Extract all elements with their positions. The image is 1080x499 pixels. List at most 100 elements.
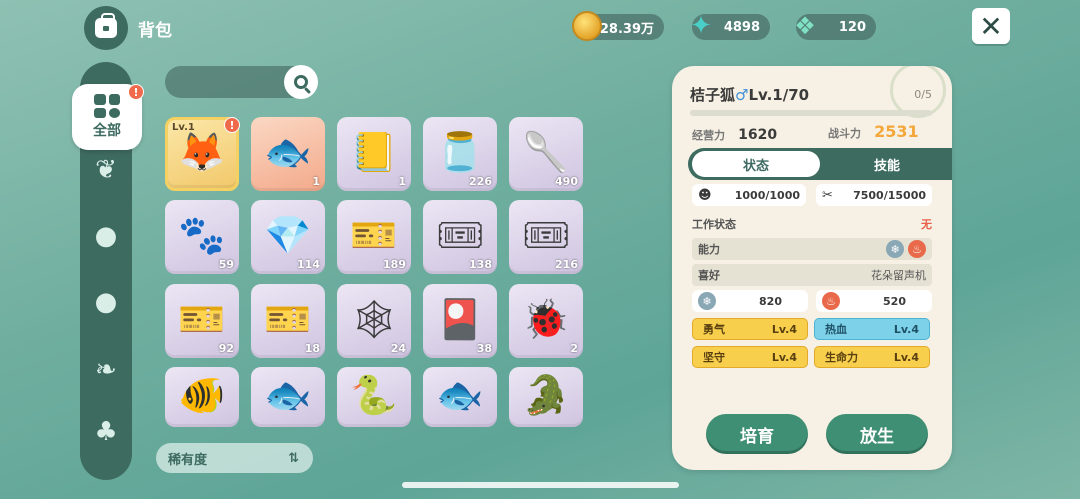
fire-element-icon: ♨ [908, 240, 926, 258]
fire-skill-value-box: ♨ 520 [816, 290, 932, 312]
inventory-item-wire-heart[interactable]: 🕸 24 [337, 284, 411, 358]
yellow-ladybug-icon: 🐞 [522, 297, 570, 342]
trait-name: 勇气 [703, 323, 725, 336]
business-value: 1620 [738, 127, 778, 143]
glass-jar-icon: 🫙 [436, 130, 484, 175]
item-count: 1 [398, 175, 406, 188]
sprout-icon[interactable]: ❦ [88, 152, 124, 188]
leaf-icon[interactable]: ❧ [88, 352, 124, 388]
search-button[interactable] [284, 65, 318, 99]
ice-skill-value-box: ❄ 820 [692, 290, 808, 312]
item-count: 490 [555, 175, 578, 188]
inventory-item-pink-ticket[interactable]: 🎟 216 [509, 200, 583, 274]
inventory-item-ice-ticket[interactable]: 🎫 189 [337, 200, 411, 274]
pink-ticket-male-icon: 🎟 [435, 213, 485, 258]
preference-label: 喜好 [698, 269, 720, 282]
trait-passion[interactable]: 热血 Lv.4 [814, 318, 930, 340]
slot-count: 0/5 [914, 88, 932, 101]
ice-element-icon-2: ❄ [698, 292, 716, 310]
tab-skills[interactable]: 技能 [822, 151, 952, 177]
tree-icon[interactable]: ♣ [88, 414, 124, 450]
inventory-item-green-crystal[interactable]: 💎 114 [251, 200, 325, 274]
work-status-label: 工作状态 [692, 218, 736, 231]
green-gem-icon: ❖ [794, 12, 816, 40]
gold-currency[interactable]: 28.39万 [572, 11, 664, 41]
star-value: 4898 [723, 19, 760, 35]
trait-courage[interactable]: 勇气 Lv.4 [692, 318, 808, 340]
blue-star-icon: ✦ [690, 11, 712, 41]
inventory-item-purple-ticket-male[interactable]: 🎫 92 [165, 284, 239, 358]
category-all-label: 全部 [93, 123, 121, 139]
sort-by-rarity-button[interactable]: 稀有度 ⇅ [156, 443, 313, 473]
purple-ticket-icon: 🎫 [264, 297, 312, 342]
business-stat: 经营力 1620 [692, 124, 777, 143]
inventory-item-pink-ticket-male[interactable]: 🎟 138 [423, 200, 497, 274]
blue-carp-icon: 🐟 [264, 373, 312, 418]
hunger-value: 1000/1000 [734, 188, 800, 202]
combat-label: 战斗力 [828, 127, 861, 140]
item-count: 226 [469, 175, 492, 188]
inventory-item-rainbow-fish[interactable]: 🐟 [423, 367, 497, 427]
gold-value: 28.39万 [599, 21, 654, 37]
ice-ticket-icon: 🎫 [350, 213, 398, 258]
inventory-item-yellow-ladybug[interactable]: 🐞 2 [509, 284, 583, 358]
gem-currency[interactable]: ❖ 120 [794, 12, 876, 40]
gem-value: 120 [838, 19, 866, 35]
blue-manta-ray-icon: 🐟 [264, 130, 312, 175]
business-label: 经营力 [692, 129, 725, 142]
inventory-item-notebook-box[interactable]: 📒 1 [337, 117, 411, 191]
male-icon: ♂ [735, 86, 749, 104]
item-count: 38 [476, 342, 492, 355]
item-count: 24 [390, 342, 406, 355]
pet-name: 桔子狐 [690, 86, 736, 104]
preference-row: 喜好 花朵留声机 [692, 264, 932, 286]
cat-card-icon: 🎴 [436, 297, 484, 342]
page-title: 背包 [138, 21, 172, 41]
round-creature-icon[interactable]: ● [88, 218, 124, 254]
inventory-item-glass-jar[interactable]: 🫙 226 [423, 117, 497, 191]
inventory-item-blue-carp[interactable]: 🐟 [251, 367, 325, 427]
inventory-item-blue-manta-ray[interactable]: 🐟 1 [251, 117, 325, 191]
close-button[interactable]: ✕ [972, 8, 1010, 44]
item-count: 189 [383, 258, 406, 271]
combat-value: 2531 [874, 122, 919, 141]
inventory-item-red-blue-fish[interactable]: 🐠 [165, 367, 239, 427]
item-count: 18 [304, 342, 320, 355]
item-count: 138 [469, 258, 492, 271]
trait-level: Lv.4 [893, 322, 919, 336]
notebook-box-icon: 📒 [350, 130, 398, 175]
exp-bar [690, 110, 932, 116]
inventory-item-eel[interactable]: 🐍 [337, 367, 411, 427]
trait-vitality[interactable]: 生命力 Lv.4 [814, 346, 930, 368]
round-creature-icon-2[interactable]: ● [88, 284, 124, 320]
cat-paw-cushion-icon: 🐾 [178, 213, 226, 258]
trait-name: 热血 [825, 323, 847, 336]
inventory-item-purple-ticket[interactable]: 🎫 18 [251, 284, 325, 358]
star-currency[interactable]: ✦ 4898 [690, 11, 770, 41]
inventory-item-sturgeon[interactable]: 🐊 [509, 367, 583, 427]
home-indicator[interactable] [402, 482, 679, 488]
fire-element-icon-2: ♨ [822, 292, 840, 310]
combat-stat: 战斗力 2531 [828, 122, 919, 141]
inventory-item-cat-paw-cushion[interactable]: 🐾 59 [165, 200, 239, 274]
train-button[interactable]: 培育 [706, 414, 808, 454]
work-status-value: 无 [921, 218, 932, 231]
tab-status[interactable]: 状态 [692, 151, 820, 177]
pink-ticket-icon: 🎟 [521, 213, 571, 258]
sort-label: 稀有度 [168, 452, 208, 468]
ability-label: 能力 [698, 243, 720, 256]
trait-steadfast[interactable]: 坚守 Lv.4 [692, 346, 808, 368]
red-blue-fish-icon: 🐠 [178, 373, 226, 418]
rainbow-fish-icon: 🐟 [436, 373, 484, 418]
release-button[interactable]: 放生 [826, 414, 928, 454]
inventory-item-potion-spoon[interactable]: 🥄 490 [509, 117, 583, 191]
item-count: 114 [297, 258, 320, 271]
item-count: 2 [570, 342, 578, 355]
search-icon [294, 75, 308, 89]
preference-value: 花朵留声机 [871, 269, 926, 282]
ice-value: 820 [759, 294, 782, 308]
sturgeon-icon: 🐊 [522, 373, 570, 418]
gold-coin-icon [572, 11, 602, 41]
inventory-item-cat-card[interactable]: 🎴 38 [423, 284, 497, 358]
trait-level: Lv.4 [771, 322, 797, 336]
